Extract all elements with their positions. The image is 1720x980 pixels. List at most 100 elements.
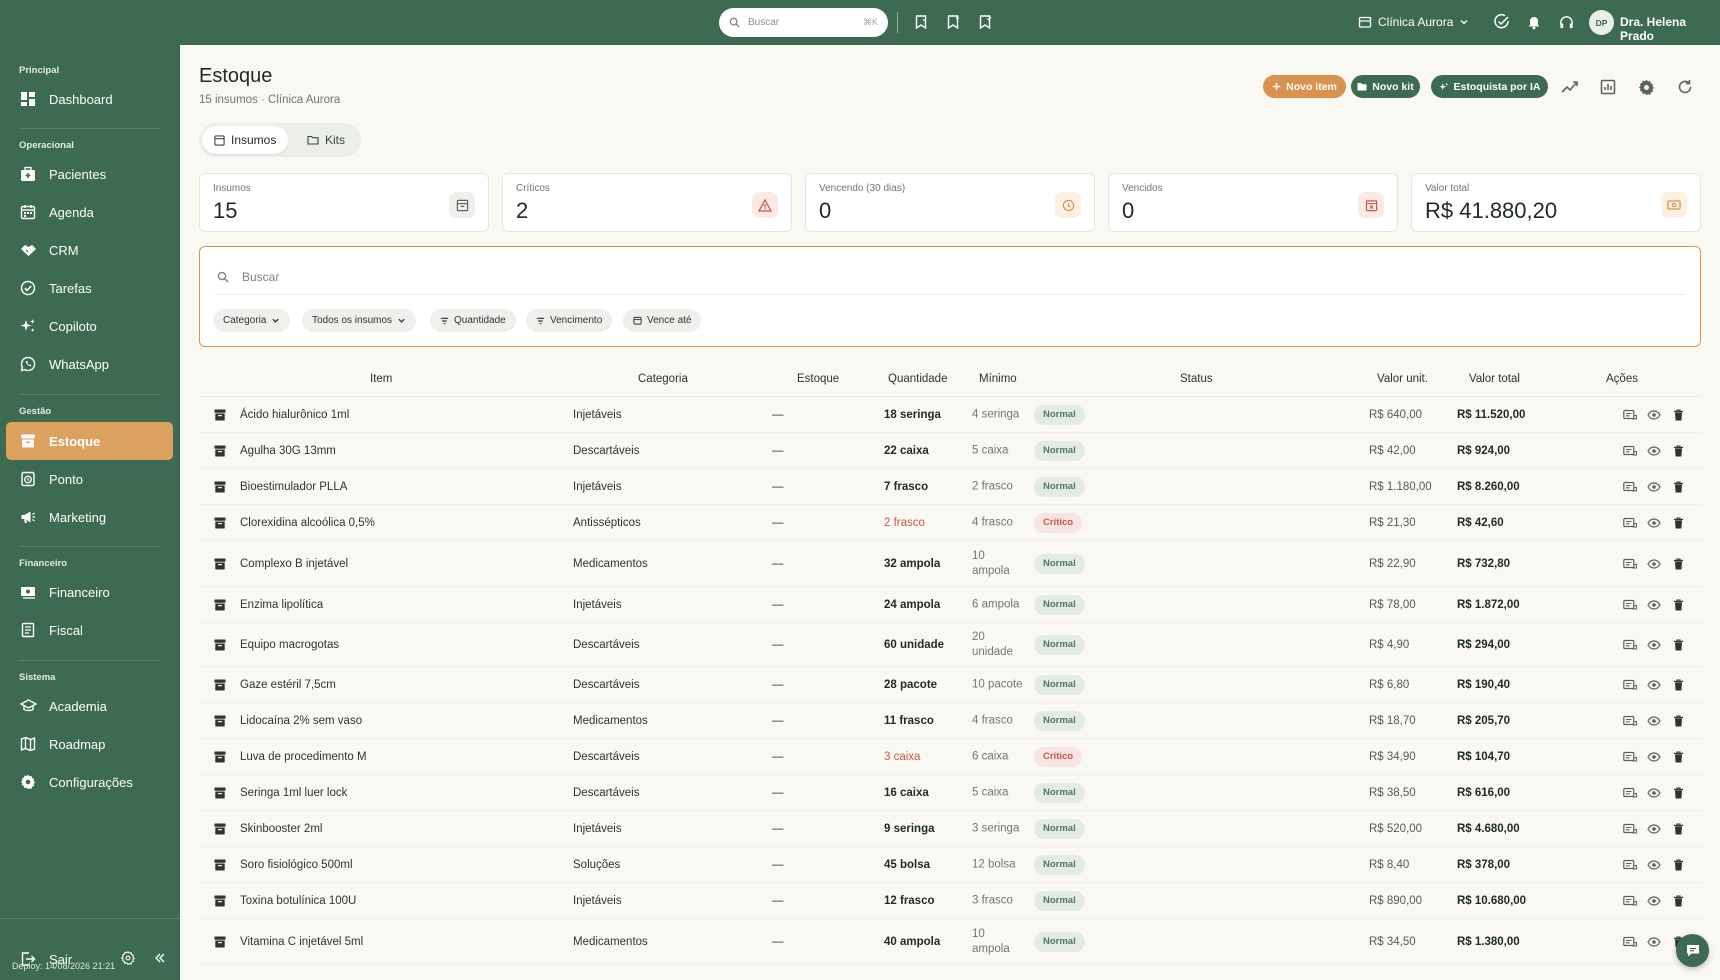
filter-quantidade-chip[interactable]: Quantidade: [430, 309, 516, 332]
adjust-stock-icon[interactable]: [1622, 407, 1638, 423]
eye-icon[interactable]: [1646, 785, 1662, 801]
table-row[interactable]: Bioestimulador PLLA Injetáveis — 7 frasc…: [199, 469, 1701, 505]
table-row[interactable]: Lidocaína 2% sem vaso Medicamentos — 11 …: [199, 703, 1701, 739]
headset-icon[interactable]: [1556, 12, 1576, 32]
sidebar-item-academia[interactable]: Academia: [6, 687, 173, 725]
filter-categoria-dropdown[interactable]: Categoria: [213, 309, 291, 332]
new-item-button[interactable]: Novo item: [1263, 75, 1346, 98]
table-row[interactable]: Seringa 1ml luer lock Descartáveis — 16 …: [199, 775, 1701, 811]
sidebar-item-copiloto[interactable]: Copiloto: [6, 307, 173, 345]
sidebar-item-dashboard[interactable]: Dashboard: [6, 80, 173, 118]
new-kit-button[interactable]: Novo kit: [1351, 75, 1420, 98]
table-row[interactable]: Ácido hialurônico 1ml Injetáveis — 18 se…: [199, 397, 1701, 433]
refresh-icon[interactable]: [1674, 76, 1696, 98]
eye-icon[interactable]: [1646, 857, 1662, 873]
col-valor-total[interactable]: Valor total: [1469, 373, 1520, 385]
table-row[interactable]: Enzima lipolítica Injetáveis — 24 ampola…: [199, 587, 1701, 623]
gear-icon[interactable]: [1635, 76, 1657, 98]
eye-icon[interactable]: [1646, 597, 1662, 613]
trash-icon[interactable]: [1670, 443, 1686, 459]
adjust-stock-icon[interactable]: [1622, 479, 1638, 495]
adjust-stock-icon[interactable]: [1622, 857, 1638, 873]
sidebar-item-pacientes[interactable]: Pacientes: [6, 155, 173, 193]
table-row[interactable]: Clorexidina alcoólica 0,5% Antissépticos…: [199, 505, 1701, 541]
table-row[interactable]: Vitamina C injetável 5ml Medicamentos — …: [199, 919, 1701, 965]
sidebar-item-tarefas[interactable]: Tarefas: [6, 269, 173, 307]
adjust-stock-icon[interactable]: [1622, 893, 1638, 909]
eye-icon[interactable]: [1646, 515, 1662, 531]
eye-icon[interactable]: [1646, 556, 1662, 572]
adjust-stock-icon[interactable]: [1622, 637, 1638, 653]
tab-kits[interactable]: Kits: [295, 126, 357, 154]
eye-icon[interactable]: [1646, 893, 1662, 909]
col-estoque[interactable]: Estoque: [797, 373, 839, 385]
trash-icon[interactable]: [1670, 821, 1686, 837]
eye-icon[interactable]: [1646, 443, 1662, 459]
filter-vencimento-chip[interactable]: Vencimento: [526, 309, 613, 332]
ai-stockist-button[interactable]: Estoquista por IA: [1431, 75, 1548, 98]
clinic-selector[interactable]: Clínica Aurora: [1358, 12, 1469, 32]
eye-icon[interactable]: [1646, 407, 1662, 423]
adjust-stock-icon[interactable]: [1622, 785, 1638, 801]
trash-icon[interactable]: [1670, 893, 1686, 909]
task-check-icon[interactable]: [1492, 12, 1512, 32]
trash-icon[interactable]: [1670, 677, 1686, 693]
adjust-stock-icon[interactable]: [1622, 515, 1638, 531]
table-row[interactable]: Complexo B injetável Medicamentos — 32 a…: [199, 541, 1701, 587]
filter-search-input[interactable]: Buscar: [215, 259, 1685, 295]
adjust-stock-icon[interactable]: [1622, 443, 1638, 459]
bell-icon[interactable]: [1524, 12, 1544, 32]
sidebar-item-crm[interactable]: CRM: [6, 231, 173, 269]
eye-icon[interactable]: [1646, 934, 1662, 950]
sidebar-item-configuracoes[interactable]: Configurações: [6, 763, 173, 801]
trash-icon[interactable]: [1670, 749, 1686, 765]
trash-icon[interactable]: [1670, 479, 1686, 495]
sidebar-item-ponto[interactable]: Ponto: [6, 460, 173, 498]
eye-icon[interactable]: [1646, 479, 1662, 495]
filter-vence-ate-chip[interactable]: Vence até: [623, 309, 702, 332]
global-search-input[interactable]: Buscar ⌘K: [719, 8, 888, 37]
table-row[interactable]: Gaze estéril 7,5cm Descartáveis — 28 pac…: [199, 667, 1701, 703]
sidebar-item-financeiro[interactable]: Financeiro: [6, 573, 173, 611]
col-quantidade[interactable]: Quantidade: [888, 373, 947, 385]
trash-icon[interactable]: [1670, 637, 1686, 653]
table-row[interactable]: Skinbooster 2ml Injetáveis — 9 seringa 3…: [199, 811, 1701, 847]
trash-icon[interactable]: [1670, 713, 1686, 729]
collapse-sidebar-icon[interactable]: [154, 952, 166, 964]
trash-icon[interactable]: [1670, 857, 1686, 873]
col-status[interactable]: Status: [1180, 373, 1213, 385]
eye-icon[interactable]: [1646, 677, 1662, 693]
table-row[interactable]: Equipo macrogotas Descartáveis — 60 unid…: [199, 623, 1701, 667]
table-row[interactable]: Agulha 30G 13mm Descartáveis — 22 caixa …: [199, 433, 1701, 469]
sidebar-item-marketing[interactable]: Marketing: [6, 498, 173, 536]
trash-icon[interactable]: [1670, 597, 1686, 613]
eye-icon[interactable]: [1646, 637, 1662, 653]
eye-icon[interactable]: [1646, 713, 1662, 729]
trash-icon[interactable]: [1670, 556, 1686, 572]
col-item[interactable]: Item: [370, 373, 392, 385]
eye-icon[interactable]: [1646, 821, 1662, 837]
col-minimo[interactable]: Mínimo: [979, 373, 1017, 385]
sidebar-item-agenda[interactable]: Agenda: [6, 193, 173, 231]
adjust-stock-icon[interactable]: [1622, 934, 1638, 950]
col-valor-unit[interactable]: Valor unit.: [1377, 373, 1428, 385]
sidebar-item-estoque[interactable]: Estoque: [6, 422, 173, 460]
sidebar-item-whatsapp[interactable]: WhatsApp: [6, 345, 173, 383]
avatar[interactable]: DP: [1589, 10, 1614, 35]
sidebar-item-fiscal[interactable]: Fiscal: [6, 611, 173, 649]
adjust-stock-icon[interactable]: [1622, 597, 1638, 613]
bookmark-icon[interactable]: [911, 12, 931, 32]
filter-todos-dropdown[interactable]: Todos os insumos: [302, 309, 417, 332]
adjust-stock-icon[interactable]: [1622, 749, 1638, 765]
adjust-stock-icon[interactable]: [1622, 677, 1638, 693]
bookmark-check-icon[interactable]: [975, 12, 995, 32]
eye-icon[interactable]: [1646, 749, 1662, 765]
adjust-stock-icon[interactable]: [1622, 713, 1638, 729]
table-row[interactable]: Luva de procedimento M Descartáveis — 3 …: [199, 739, 1701, 775]
bookmark-add-icon[interactable]: [943, 12, 963, 32]
logout-button[interactable]: Sair: [6, 940, 106, 978]
adjust-stock-icon[interactable]: [1622, 821, 1638, 837]
adjust-stock-icon[interactable]: [1622, 556, 1638, 572]
settings-small-icon[interactable]: [121, 951, 135, 965]
sidebar-item-roadmap[interactable]: Roadmap: [6, 725, 173, 763]
